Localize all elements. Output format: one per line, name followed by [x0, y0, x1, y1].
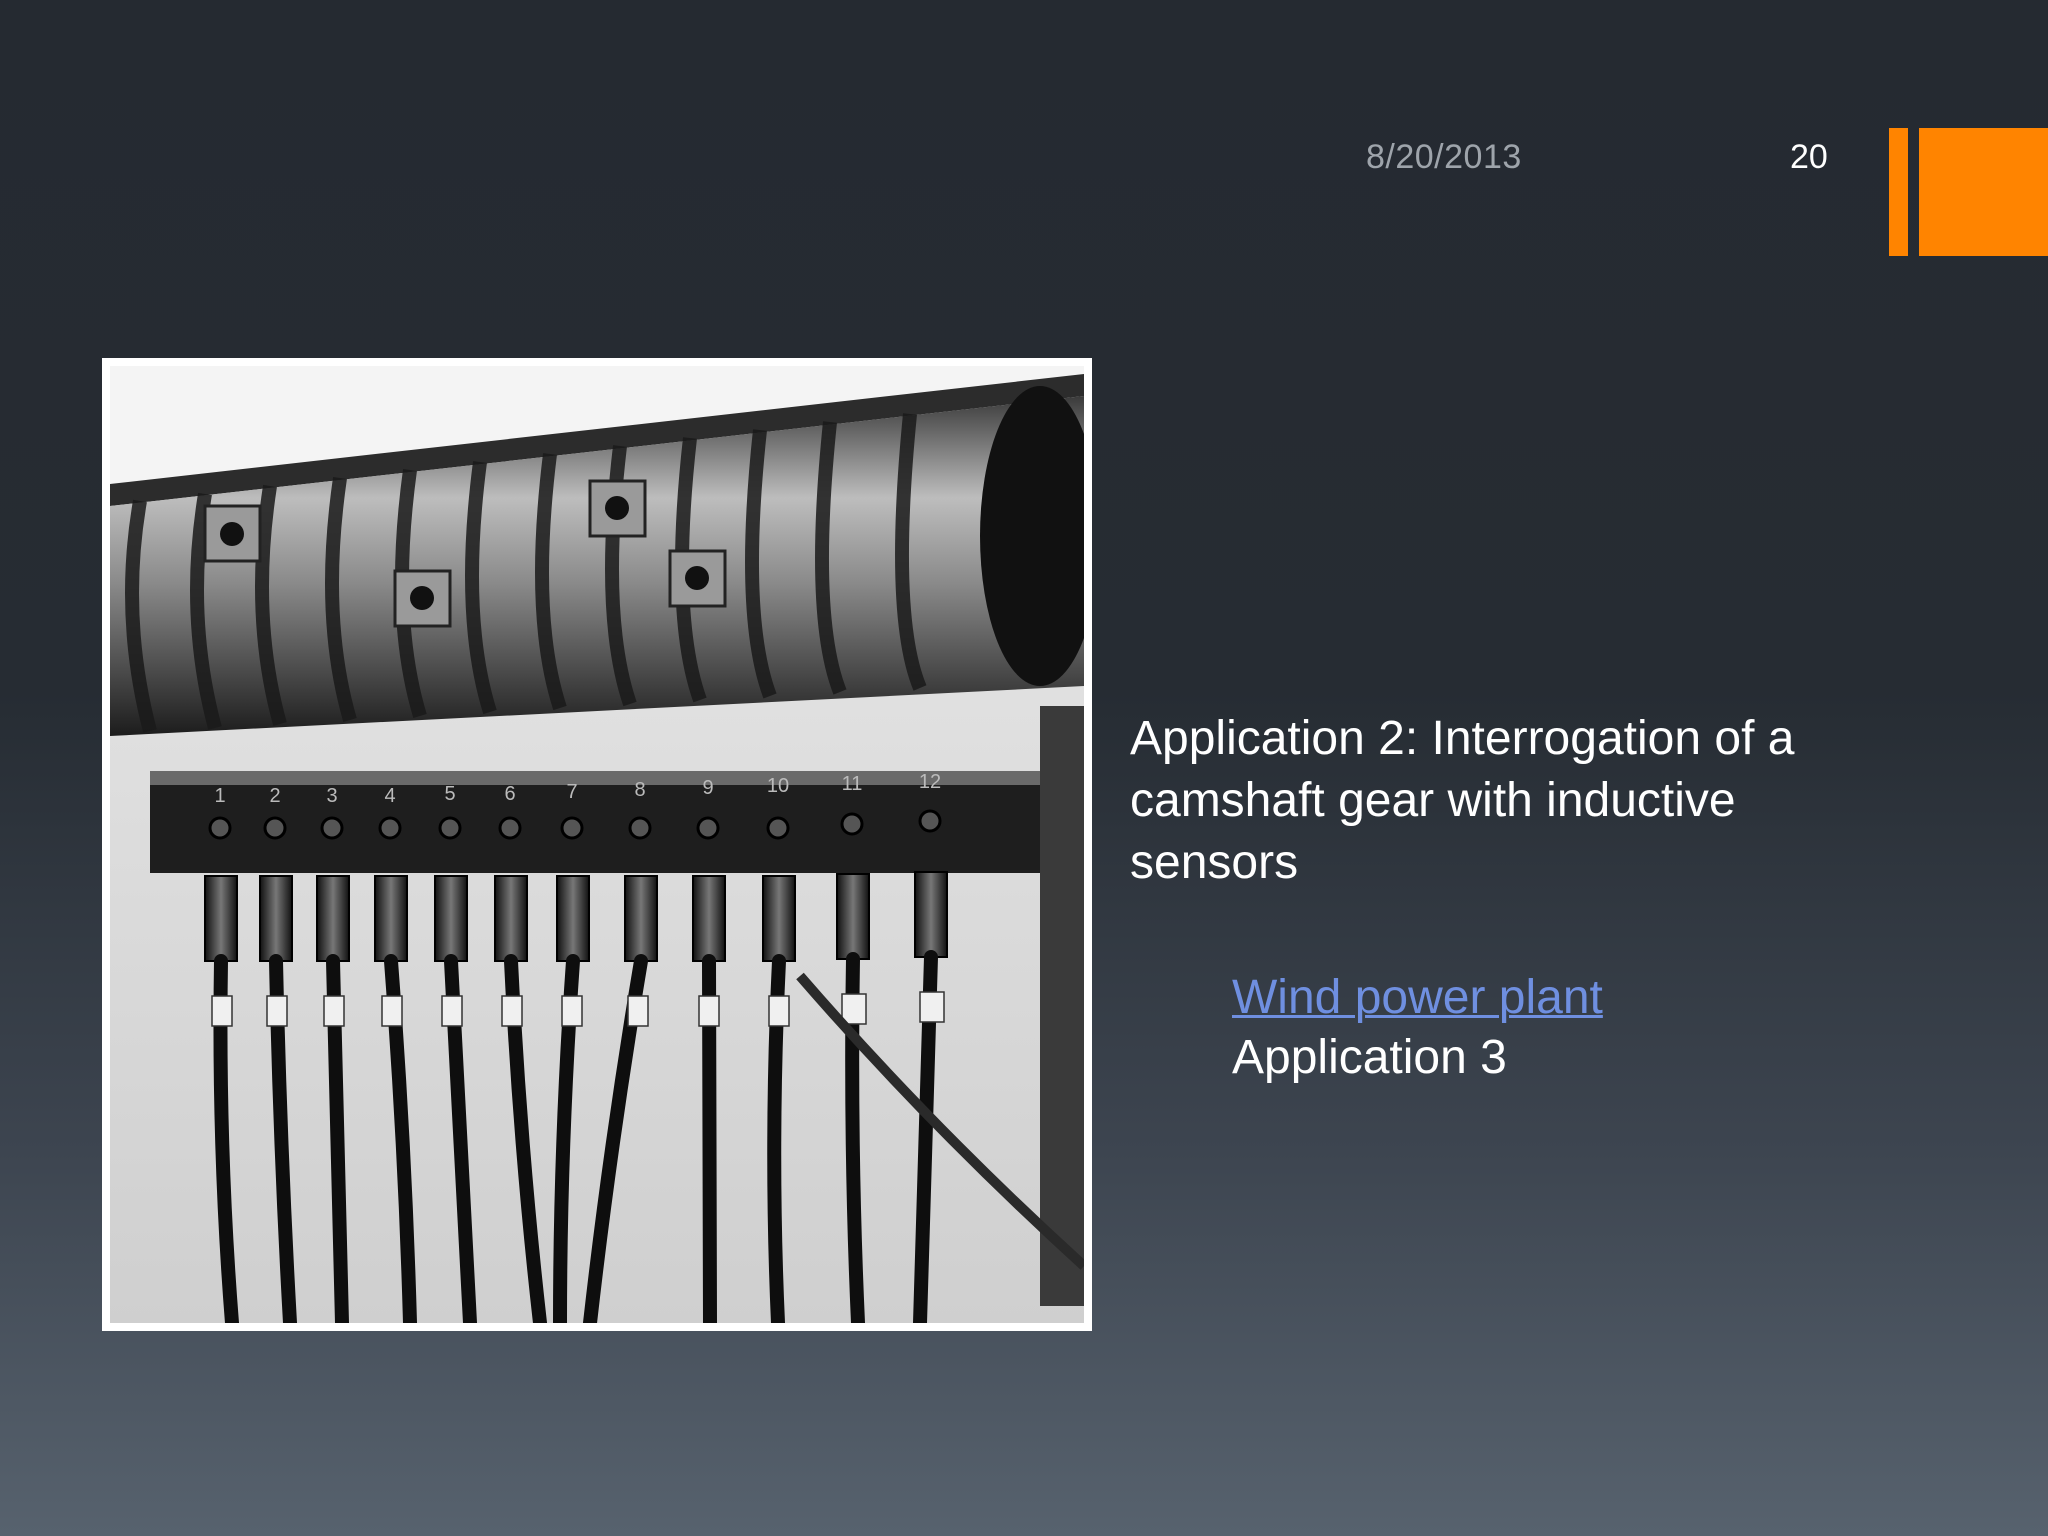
accent-bar-thick	[1919, 128, 2048, 256]
sensor-label: 3	[326, 785, 337, 807]
sensor-label: 2	[269, 785, 280, 807]
sub-list: Wind power plant Application 3	[1232, 968, 1603, 1088]
camshaft-photo-image: 1 2 3 4 5 6 7 8 9 10 11 12	[110, 366, 1084, 1323]
camshaft-photo: 1 2 3 4 5 6 7 8 9 10 11 12	[102, 358, 1092, 1331]
sensor-label: 10	[767, 775, 789, 797]
sensor-label: 7	[566, 781, 577, 803]
sensor-label: 4	[384, 785, 395, 807]
sensor-label: 8	[634, 779, 645, 801]
sensor-label: 9	[702, 777, 713, 799]
slide-date: 8/20/2013	[1366, 138, 1522, 176]
wind-power-plant-link[interactable]: Wind power plant	[1232, 968, 1603, 1028]
accent-bar-thin	[1889, 128, 1908, 256]
sensor-label: 6	[504, 783, 515, 805]
application-3-text: Application 3	[1232, 1031, 1507, 1084]
sensor-label: 1	[214, 785, 225, 807]
sensor-label: 11	[842, 773, 863, 795]
slide-heading: Application 2: Interrogation of a camsha…	[1130, 712, 1795, 889]
sensor-label: 5	[444, 783, 455, 805]
sensor-label: 12	[919, 771, 941, 793]
slide-number: 20	[1790, 138, 1828, 176]
